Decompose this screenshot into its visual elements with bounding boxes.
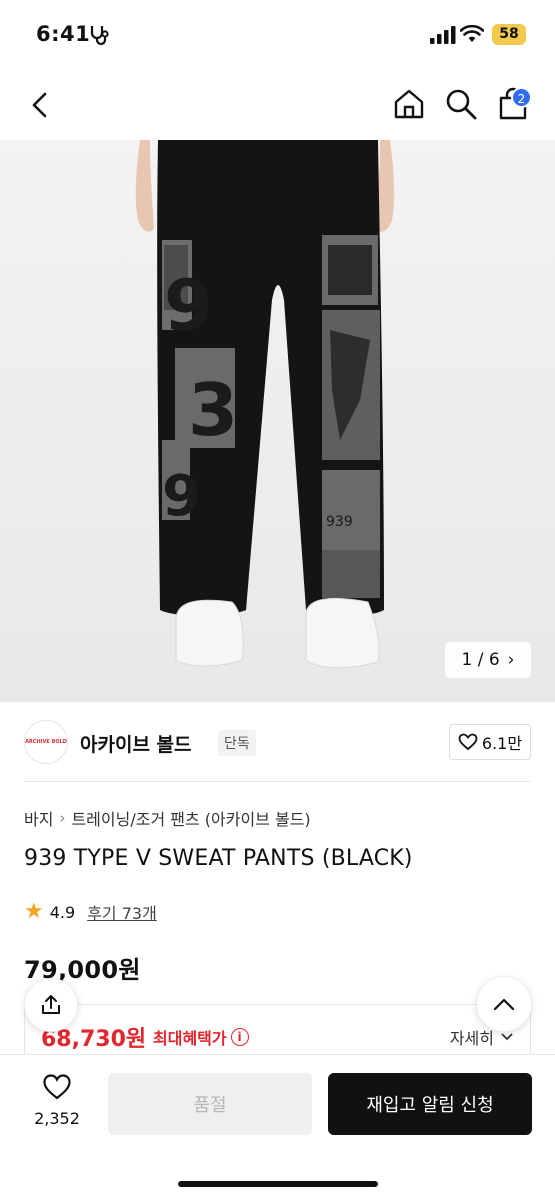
max-benefit-label: 최대혜택가 i [153,1025,249,1049]
breadcrumb-subcategory[interactable]: 트레이닝/조거 팬츠 (아카이브 볼드) [71,806,310,830]
svg-text:9: 9 [162,464,201,529]
back-arrow-icon[interactable] [26,90,54,120]
image-counter-text: 1 / 6 [461,650,500,670]
battery-indicator: 58 [492,24,526,45]
wishlist-count: 2,352 [34,1109,80,1128]
home-indicator[interactable] [178,1181,378,1187]
heart-icon [458,733,478,751]
review-count-link[interactable]: 후기 73개 [87,900,157,924]
status-bar: 6:41 58 [0,0,555,70]
top-nav: 2 [0,70,555,140]
brand-row: ARCHIVE BOLD 아카이브 볼드 단독 6.1만 [24,702,531,782]
chevron-right-icon: › [507,650,515,670]
brand-like-count: 6.1만 [481,734,523,753]
brand-logo[interactable]: ARCHIVE BOLD [24,720,68,764]
product-image-gallery[interactable]: 3 9 9 939 1 / 6 › [0,140,555,702]
brand-name[interactable]: 아카이브 볼드 [80,730,192,757]
scroll-to-top-button[interactable] [476,976,532,1032]
brand-logo-text: ARCHIVE BOLD [25,739,67,745]
share-button[interactable] [24,978,78,1032]
chevron-right-icon: › [59,809,66,827]
product-title: 939 TYPE V SWEAT PANTS (BLACK) [24,846,413,871]
chevron-down-icon [501,1033,513,1041]
restock-alert-button[interactable]: 재입고 알림 신청 [328,1073,532,1135]
info-icon[interactable]: i [230,1028,249,1046]
product-photo: 3 9 9 939 [135,140,395,669]
wifi-icon [460,24,484,42]
svg-text:939: 939 [326,514,353,530]
image-counter[interactable]: 1 / 6 › [445,642,531,678]
signal-icon [430,26,456,44]
search-icon[interactable] [444,87,478,121]
max-benefit-text: 최대혜택가 [153,1029,227,1048]
star-icon: ★ [24,899,44,924]
share-icon [42,995,60,1014]
brand-like-button[interactable]: 6.1만 [449,724,531,760]
breadcrumb: 바지 › 트레이닝/조거 팬츠 (아카이브 볼드) [24,806,311,830]
bottom-action-bar: 2,352 품절 재입고 알림 신청 [0,1054,555,1200]
heart-icon [43,1074,71,1100]
soldout-button[interactable]: 품절 [108,1073,312,1135]
chevron-up-icon [493,998,515,1011]
home-icon[interactable] [392,87,426,121]
status-time: 6:41 [36,22,91,46]
rating-value: 4.9 [49,902,76,922]
cart-count-badge: 2 [511,87,532,108]
wishlist-button[interactable]: 2,352 [28,1073,86,1128]
stethoscope-icon [90,26,109,46]
svg-text:9: 9 [164,265,213,347]
exclusive-badge: 단독 [218,730,256,756]
breadcrumb-category[interactable]: 바지 [24,806,53,830]
detail-toggle-label: 자세히 [449,1029,494,1048]
svg-text:3: 3 [188,368,238,452]
rating-row: ★ 4.9 후기 73개 [24,900,157,924]
